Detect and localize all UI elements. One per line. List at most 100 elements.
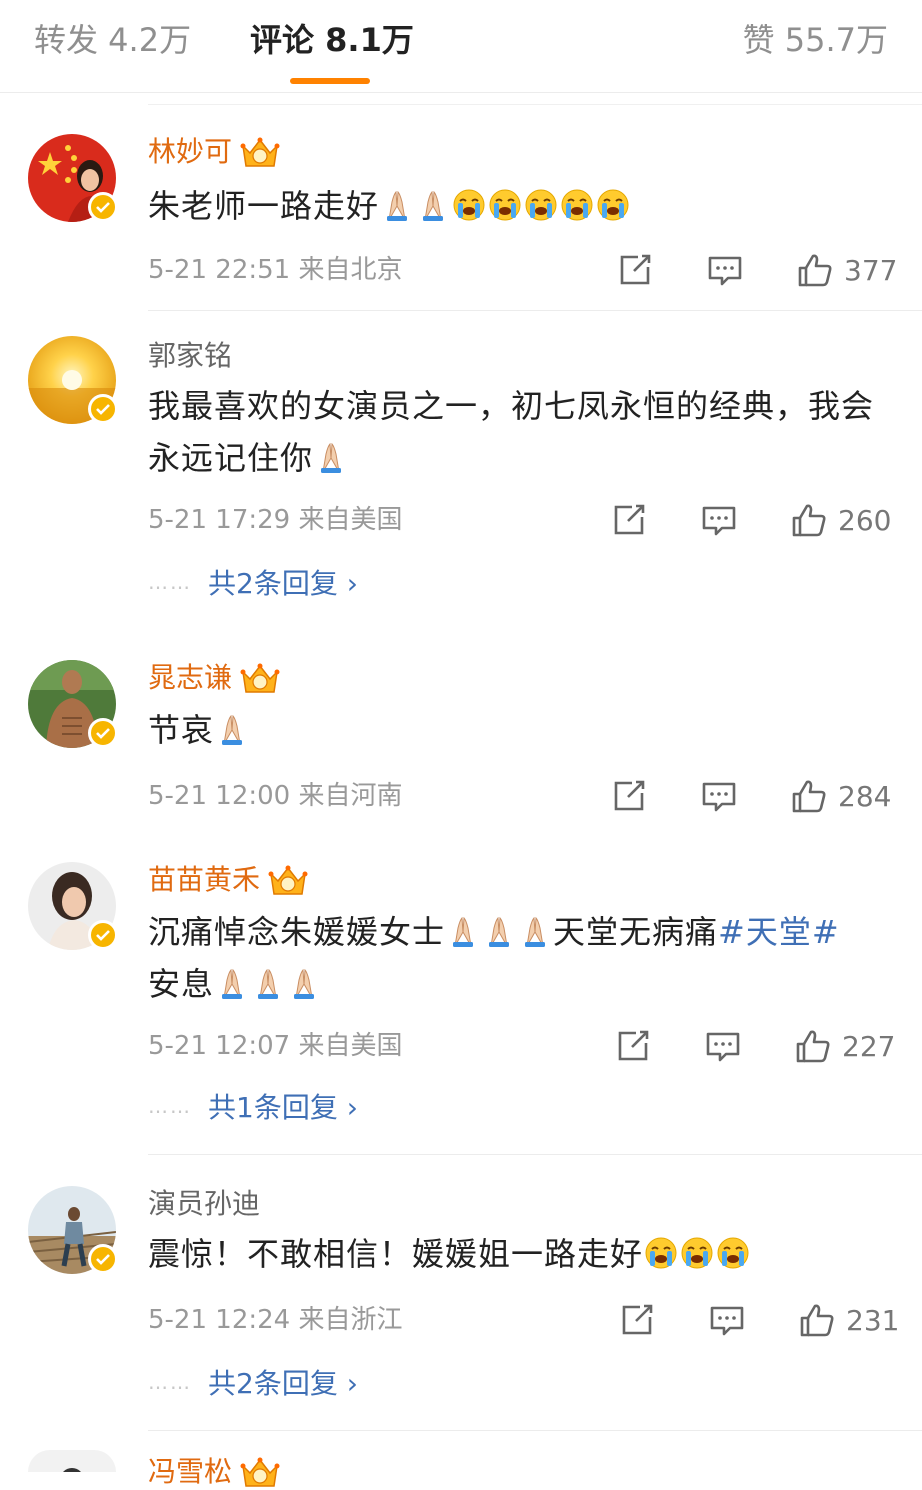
reply-count[interactable]: 共2条回复 › [208,567,358,600]
comment-icon [706,251,744,289]
like-count: 227 [842,1029,896,1063]
thumbs-up-icon [790,501,828,539]
vip-crown-icon [240,662,280,696]
divider [148,310,922,311]
comment-body: 节哀 [148,711,215,749]
divider [148,1430,922,1431]
location: 来自浙江 [298,1305,403,1335]
crying-emoji-icon [452,188,486,222]
comment-meta: 5-21 22:51 来自北京 [148,252,402,288]
view-replies-link[interactable]: …… 共2条回复 › [148,562,358,604]
location: 来自美国 [298,505,403,535]
username-text[interactable]: 林妙可 [148,135,232,168]
thumbs-up-icon [794,1027,832,1065]
username[interactable]: 晁志谦 [148,660,280,696]
username[interactable]: 林妙可 [148,134,280,170]
comment-meta: 5-21 12:24 来自浙江 [148,1302,402,1338]
pray-emoji-icon [215,966,249,1000]
reply-button[interactable] [706,250,744,290]
thumbs-up-icon [798,1301,836,1339]
username-text[interactable]: 晁志谦 [148,661,232,694]
share-icon [616,251,654,289]
like-button[interactable]: 260 [790,500,891,540]
like-button[interactable]: 284 [790,776,891,816]
username[interactable]: 苗苗黄禾 [148,862,308,898]
comment-tab-bar: 转发 4.2万 评论 8.1万 赞 55.7万 [0,0,922,93]
share-button[interactable] [618,1300,656,1340]
comment-text: 我最喜欢的女演员之一，初七凤永恒的经典，我会永远记住你 [148,380,878,484]
pray-emoji-icon [380,188,414,222]
comment-icon [704,1027,742,1065]
share-button[interactable] [614,1026,652,1066]
verified-badge-icon [88,192,118,222]
reply-dots: …… [148,1370,192,1394]
like-count: 284 [838,779,892,813]
crying-emoji-icon [644,1236,678,1270]
reply-button[interactable] [704,1026,742,1066]
comment-icon [700,777,738,815]
username[interactable]: 演员孙迪 [148,1186,260,1222]
thumbs-up-icon [790,777,828,815]
share-icon [618,1301,656,1339]
comment-meta: 5-21 12:07 来自美国 [148,1028,402,1064]
location: 来自河南 [298,781,403,811]
share-button[interactable] [610,776,648,816]
pray-emoji-icon [446,914,480,948]
share-button[interactable] [616,250,654,290]
vip-crown-icon [240,136,280,170]
timestamp: 5-21 12:24 [148,1305,291,1335]
timestamp: 5-21 12:00 [148,781,291,811]
reply-button[interactable] [700,500,738,540]
verified-badge-icon [88,1244,118,1274]
comment-text: 沉痛悼念朱媛媛女士 天堂无病痛#天堂# 安息 [148,906,878,1010]
comment-icon [700,501,738,539]
reply-button[interactable] [708,1300,746,1340]
comment-text: 震惊！不敢相信！媛媛姐一路走好 [148,1228,878,1280]
location: 来自美国 [298,1031,403,1061]
reply-dots: …… [148,1094,192,1118]
pray-emoji-icon [518,914,552,948]
comment-text: 节哀 [148,704,878,756]
timestamp: 5-21 12:07 [148,1031,291,1061]
comment-icon [708,1301,746,1339]
like-count: 260 [838,503,892,537]
pray-emoji-icon [482,914,516,948]
avatar[interactable] [28,1450,116,1472]
active-tab-indicator [290,78,370,84]
crying-emoji-icon [488,188,522,222]
reply-count[interactable]: 共2条回复 › [208,1367,358,1400]
pray-emoji-icon [416,188,450,222]
reply-count[interactable]: 共1条回复 › [208,1091,358,1124]
hashtag-link[interactable]: #天堂# [718,913,840,951]
like-button[interactable]: 227 [794,1026,895,1066]
divider [148,1154,922,1155]
like-button[interactable]: 231 [798,1300,899,1340]
like-count: 231 [846,1303,900,1337]
verified-badge-icon [88,718,118,748]
tab-likes[interactable]: 赞 55.7万 [743,18,888,62]
comment-body: 震惊！不敢相信！媛媛姐一路走好 [148,1235,644,1273]
comment-body: 我最喜欢的女演员之一，初七凤永恒的经典，我会永远记住你 [148,387,875,477]
view-replies-link[interactable]: …… 共2条回复 › [148,1362,358,1404]
vip-crown-icon [240,1456,280,1490]
verified-badge-icon [88,920,118,950]
share-icon [610,501,648,539]
reply-dots: …… [148,570,192,594]
view-replies-link[interactable]: …… 共1条回复 › [148,1086,358,1128]
crying-emoji-icon [716,1236,750,1270]
reply-button[interactable] [700,776,738,816]
comment-body: 朱老师一路走好 [148,187,380,225]
pray-emoji-icon [314,440,348,474]
divider [148,104,922,105]
tab-repost[interactable]: 转发 4.2万 [34,18,191,62]
like-button[interactable]: 377 [796,250,897,290]
pray-emoji-icon [251,966,285,1000]
username[interactable]: 冯雪松 [148,1454,280,1490]
username[interactable]: 郭家铭 [148,338,232,374]
like-count: 377 [844,253,898,287]
username-text[interactable]: 苗苗黄禾 [148,863,260,896]
comment-body: 沉痛悼念朱媛媛女士 [148,913,446,951]
share-button[interactable] [610,500,648,540]
crying-emoji-icon [596,188,630,222]
vip-crown-icon [268,864,308,898]
